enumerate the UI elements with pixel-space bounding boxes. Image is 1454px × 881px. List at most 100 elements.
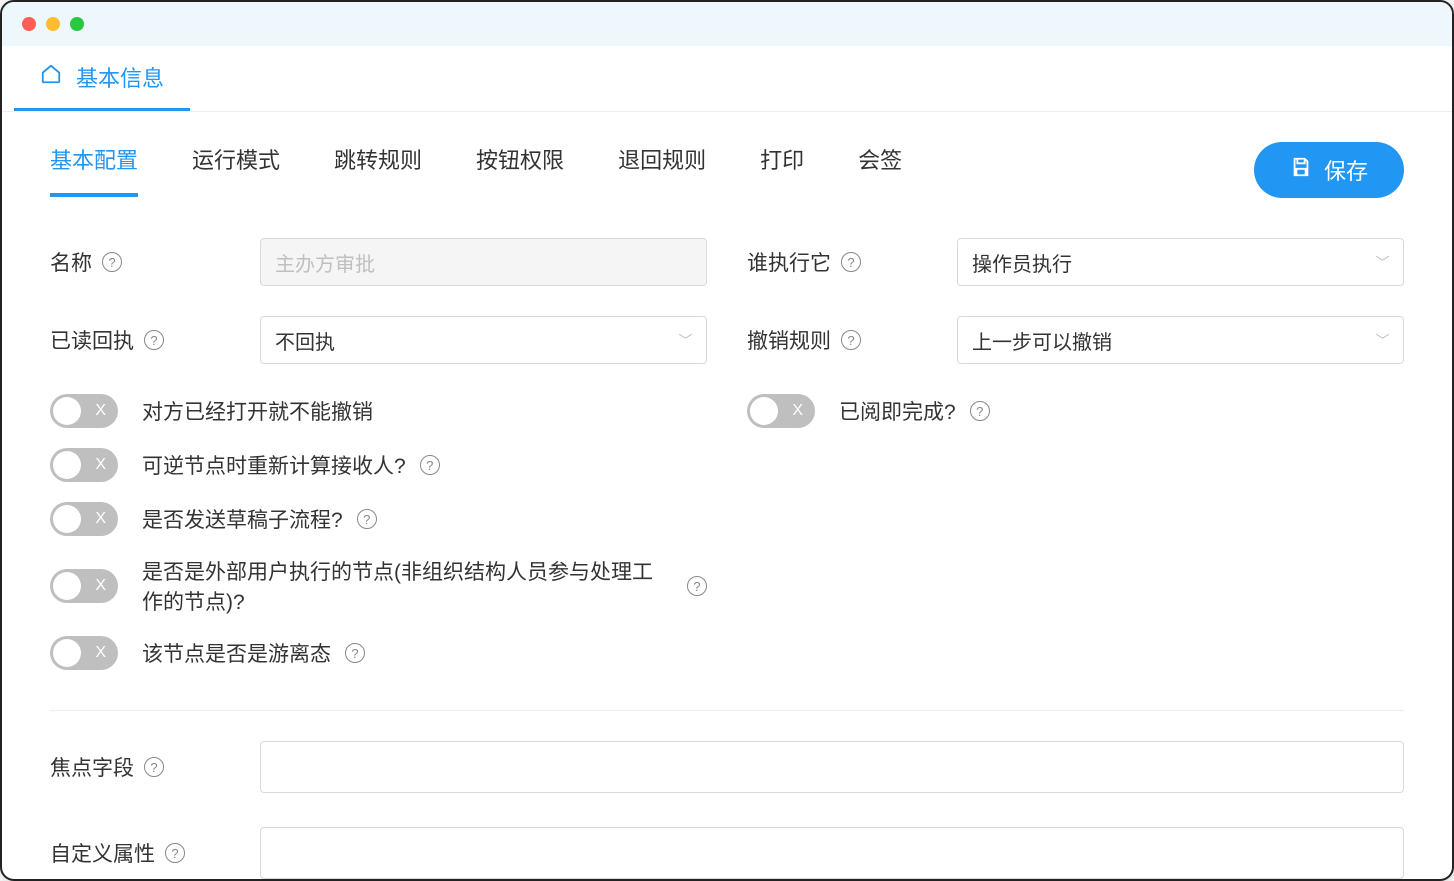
help-icon[interactable]: ? bbox=[357, 509, 377, 529]
chevron-down-icon: 〉 bbox=[1372, 333, 1392, 347]
field-read-receipt-row: 已读回执 ? 不回执 〉 bbox=[50, 316, 707, 364]
field-who-executes-label: 谁执行它 ? bbox=[747, 247, 957, 277]
toggle-off-mark: X bbox=[95, 456, 106, 474]
field-custom-attr-label: 自定义属性 ? bbox=[50, 838, 260, 868]
toggle-row-read-complete: X 已阅即完成? ? bbox=[747, 394, 1404, 428]
toggle-label: 已阅即完成? ? bbox=[839, 396, 990, 426]
chevron-down-icon: 〉 bbox=[675, 333, 695, 347]
sub-tab-return-rules[interactable]: 退回规则 bbox=[618, 143, 706, 197]
toggle-off-mark: X bbox=[95, 577, 106, 595]
toggle-knob bbox=[750, 397, 778, 425]
help-icon[interactable]: ? bbox=[102, 252, 122, 272]
toggle-recompute-receiver[interactable]: X bbox=[50, 448, 118, 482]
field-focus-field-label: 焦点字段 ? bbox=[50, 752, 260, 782]
toggle-off-mark: X bbox=[95, 402, 106, 420]
wide-fields-section: 焦点字段 ? 自定义属性 ? bbox=[50, 710, 1404, 879]
top-tab-label: 基本信息 bbox=[76, 61, 164, 93]
toggle-off-mark: X bbox=[95, 510, 106, 528]
select-value: 不回执 bbox=[275, 326, 335, 355]
top-tab-basic-info[interactable]: 基本信息 bbox=[14, 46, 190, 111]
content-area: 基本配置 运行模式 跳转规则 按钮权限 退回规则 打印 会签 保存 名称 ? bbox=[2, 112, 1452, 879]
toggle-label-text: 可逆节点时重新计算接收人? bbox=[142, 450, 406, 480]
toggle-col-left: X 对方已经打开就不能撤销 X 可逆节点时重新计算接收人? bbox=[50, 394, 707, 670]
help-icon[interactable]: ? bbox=[165, 843, 185, 863]
field-read-receipt-label: 已读回执 ? bbox=[50, 325, 260, 355]
help-icon[interactable]: ? bbox=[841, 330, 861, 350]
toggle-off-mark: X bbox=[95, 644, 106, 662]
sub-tab-countersign[interactable]: 会签 bbox=[858, 143, 902, 197]
toggles-section: X 对方已经打开就不能撤销 X 可逆节点时重新计算接收人? bbox=[50, 394, 1404, 670]
toggle-row-send-draft: X 是否发送草稿子流程? ? bbox=[50, 502, 707, 536]
toggle-grid: X 对方已经打开就不能撤销 X 可逆节点时重新计算接收人? bbox=[50, 394, 1404, 670]
field-name-row: 名称 ? bbox=[50, 238, 707, 286]
toggle-knob bbox=[53, 451, 81, 479]
select-value: 操作员执行 bbox=[972, 248, 1072, 277]
help-icon[interactable]: ? bbox=[345, 643, 365, 663]
focus-field-input[interactable] bbox=[260, 741, 1404, 793]
save-button-label: 保存 bbox=[1324, 154, 1368, 186]
toggle-row-floating: X 该节点是否是游离态 ? bbox=[50, 636, 707, 670]
toggle-row-recompute-receiver: X 可逆节点时重新计算接收人? ? bbox=[50, 448, 707, 482]
toggle-label: 可逆节点时重新计算接收人? ? bbox=[142, 450, 440, 480]
help-icon[interactable]: ? bbox=[420, 455, 440, 475]
who-executes-select[interactable]: 操作员执行 〉 bbox=[957, 238, 1404, 286]
save-icon bbox=[1290, 156, 1312, 184]
revoke-rule-select[interactable]: 上一步可以撤销 〉 bbox=[957, 316, 1404, 364]
chevron-down-icon: 〉 bbox=[1372, 255, 1392, 269]
help-icon[interactable]: ? bbox=[687, 576, 707, 596]
toggle-label-text: 对方已经打开就不能撤销 bbox=[142, 396, 373, 426]
custom-attr-input[interactable] bbox=[260, 827, 1404, 879]
field-revoke-rule-label: 撤销规则 ? bbox=[747, 325, 957, 355]
toggle-row-cannot-revoke: X 对方已经打开就不能撤销 bbox=[50, 394, 707, 428]
toggle-knob bbox=[53, 572, 81, 600]
field-label-text: 撤销规则 bbox=[747, 325, 831, 355]
field-revoke-rule-row: 撤销规则 ? 上一步可以撤销 〉 bbox=[747, 316, 1404, 364]
sub-tab-button-permissions[interactable]: 按钮权限 bbox=[476, 143, 564, 197]
toggle-label: 是否是外部用户执行的节点(非组织结构人员参与处理工作的节点)? ? bbox=[142, 556, 707, 616]
sub-tabs-row: 基本配置 运行模式 跳转规则 按钮权限 退回规则 打印 会签 保存 bbox=[50, 142, 1404, 198]
home-icon bbox=[40, 63, 62, 91]
field-who-executes-row: 谁执行它 ? 操作员执行 〉 bbox=[747, 238, 1404, 286]
app-window: 基本信息 基本配置 运行模式 跳转规则 按钮权限 退回规则 打印 会签 保存 bbox=[0, 0, 1454, 881]
toggle-knob bbox=[53, 505, 81, 533]
toggle-label-text: 已阅即完成? bbox=[839, 396, 956, 426]
sub-tab-basic-config[interactable]: 基本配置 bbox=[50, 143, 138, 197]
toggle-knob bbox=[53, 397, 81, 425]
toggle-label-text: 是否是外部用户执行的节点(非组织结构人员参与处理工作的节点)? bbox=[142, 556, 673, 616]
close-window-button[interactable] bbox=[22, 17, 36, 31]
help-icon[interactable]: ? bbox=[144, 757, 164, 777]
field-focus-field-row: 焦点字段 ? bbox=[50, 741, 1404, 793]
toggle-off-mark: X bbox=[792, 402, 803, 420]
field-label-text: 谁执行它 bbox=[747, 247, 831, 277]
field-label-text: 焦点字段 bbox=[50, 752, 134, 782]
field-label-text: 已读回执 bbox=[50, 325, 134, 355]
toggle-send-draft-subflow[interactable]: X bbox=[50, 502, 118, 536]
toggle-label: 对方已经打开就不能撤销 bbox=[142, 396, 373, 426]
field-label-text: 名称 bbox=[50, 247, 92, 277]
field-label-text: 自定义属性 bbox=[50, 838, 155, 868]
toggle-label: 是否发送草稿子流程? ? bbox=[142, 504, 377, 534]
toggle-floating-node[interactable]: X bbox=[50, 636, 118, 670]
toggle-external-user-node[interactable]: X bbox=[50, 569, 118, 603]
sub-tab-run-mode[interactable]: 运行模式 bbox=[192, 143, 280, 197]
sub-tabs: 基本配置 运行模式 跳转规则 按钮权限 退回规则 打印 会签 bbox=[50, 143, 902, 197]
save-button[interactable]: 保存 bbox=[1254, 142, 1404, 198]
toggle-label-text: 该节点是否是游离态 bbox=[142, 638, 331, 668]
maximize-window-button[interactable] bbox=[70, 17, 84, 31]
read-receipt-select[interactable]: 不回执 〉 bbox=[260, 316, 707, 364]
toggle-knob bbox=[53, 639, 81, 667]
field-custom-attr-row: 自定义属性 ? bbox=[50, 827, 1404, 879]
help-icon[interactable]: ? bbox=[144, 330, 164, 350]
toggle-cannot-revoke-after-open[interactable]: X bbox=[50, 394, 118, 428]
toggle-label: 该节点是否是游离态 ? bbox=[142, 638, 365, 668]
toggle-row-external-user: X 是否是外部用户执行的节点(非组织结构人员参与处理工作的节点)? ? bbox=[50, 556, 707, 616]
sub-tab-print[interactable]: 打印 bbox=[760, 143, 804, 197]
sub-tab-jump-rules[interactable]: 跳转规则 bbox=[334, 143, 422, 197]
select-value: 上一步可以撤销 bbox=[972, 326, 1112, 355]
form-grid: 名称 ? 谁执行它 ? 操作员执行 〉 已读回执 ? bbox=[50, 238, 1404, 364]
top-tab-bar: 基本信息 bbox=[2, 46, 1452, 112]
minimize-window-button[interactable] bbox=[46, 17, 60, 31]
help-icon[interactable]: ? bbox=[841, 252, 861, 272]
help-icon[interactable]: ? bbox=[970, 401, 990, 421]
toggle-read-means-complete[interactable]: X bbox=[747, 394, 815, 428]
